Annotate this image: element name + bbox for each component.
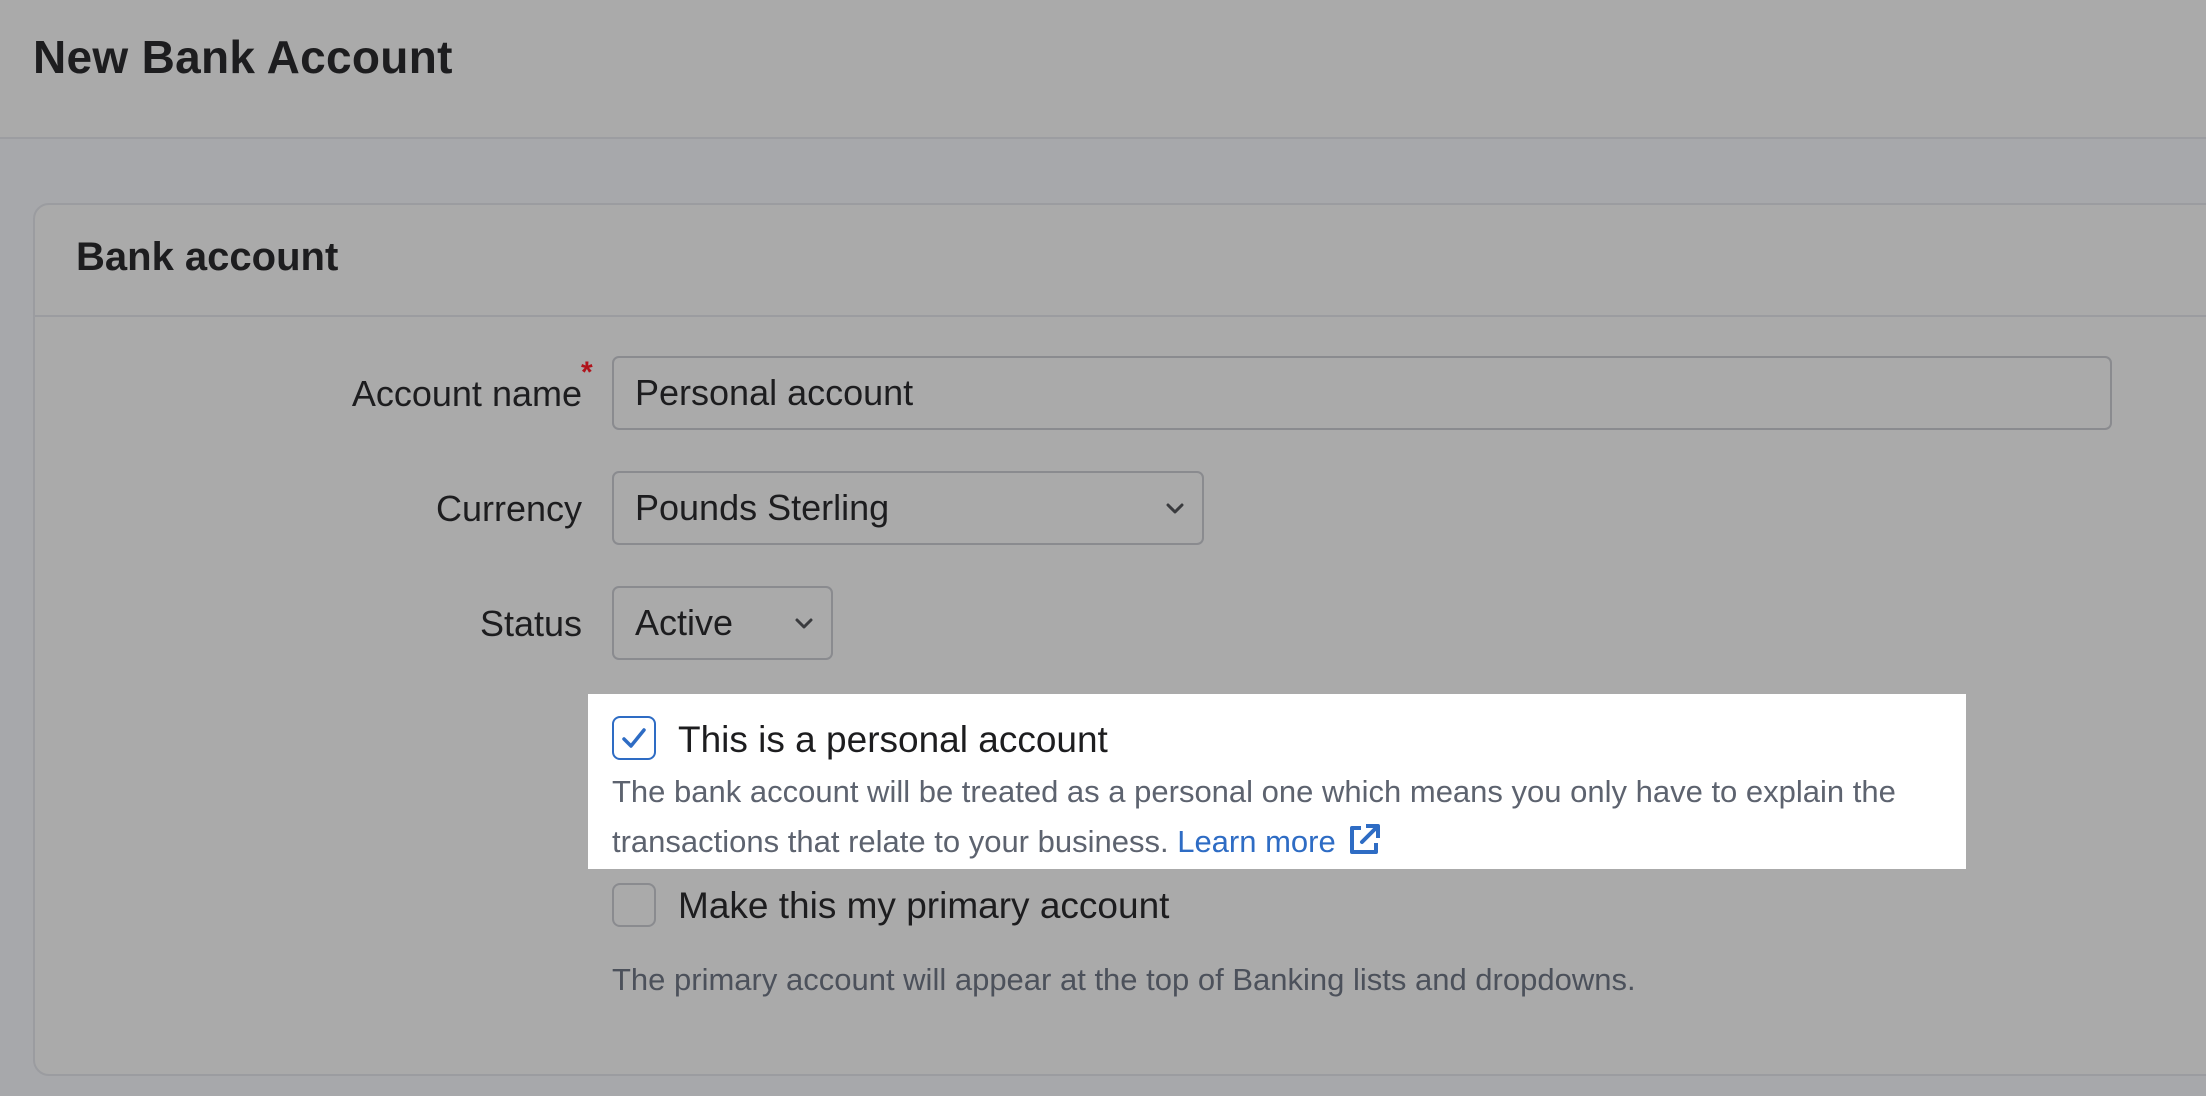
status-value: Active bbox=[635, 602, 734, 643]
required-marker: * bbox=[581, 356, 593, 389]
status-label: Status bbox=[479, 603, 582, 644]
check-icon bbox=[622, 728, 646, 748]
page-title: New Bank Account bbox=[33, 31, 453, 83]
currency-label: Currency bbox=[435, 488, 582, 529]
primary-account-label[interactable]: Make this my primary account bbox=[678, 885, 1169, 927]
external-link-icon bbox=[1349, 824, 1380, 854]
currency-value: Pounds Sterling bbox=[635, 487, 890, 528]
card-header: Bank account bbox=[35, 205, 2206, 317]
learn-more-label: Learn more bbox=[1177, 824, 1336, 859]
currency-select[interactable]: Pounds Sterling bbox=[612, 471, 1204, 545]
account-name-input[interactable]: Personal account bbox=[612, 356, 2112, 430]
bank-account-card: Bank account bbox=[33, 203, 2206, 1076]
personal-account-checkbox[interactable] bbox=[612, 716, 656, 760]
primary-account-help: The primary account will appear at the t… bbox=[612, 962, 1636, 997]
account-name-label: Account name bbox=[351, 373, 582, 414]
account-name-value: Personal account bbox=[635, 372, 914, 413]
personal-account-help: The bank account will be treated as a pe… bbox=[612, 767, 1962, 867]
chevron-down-icon bbox=[795, 618, 813, 629]
learn-more-link[interactable]: Learn more bbox=[1177, 824, 1382, 859]
primary-account-checkbox[interactable] bbox=[612, 883, 656, 927]
page-header: New Bank Account bbox=[0, 0, 2206, 139]
chevron-down-icon bbox=[1166, 503, 1184, 514]
card-title: Bank account bbox=[76, 235, 339, 279]
status-select[interactable]: Active bbox=[612, 586, 833, 660]
personal-account-label[interactable]: This is a personal account bbox=[678, 719, 1108, 761]
